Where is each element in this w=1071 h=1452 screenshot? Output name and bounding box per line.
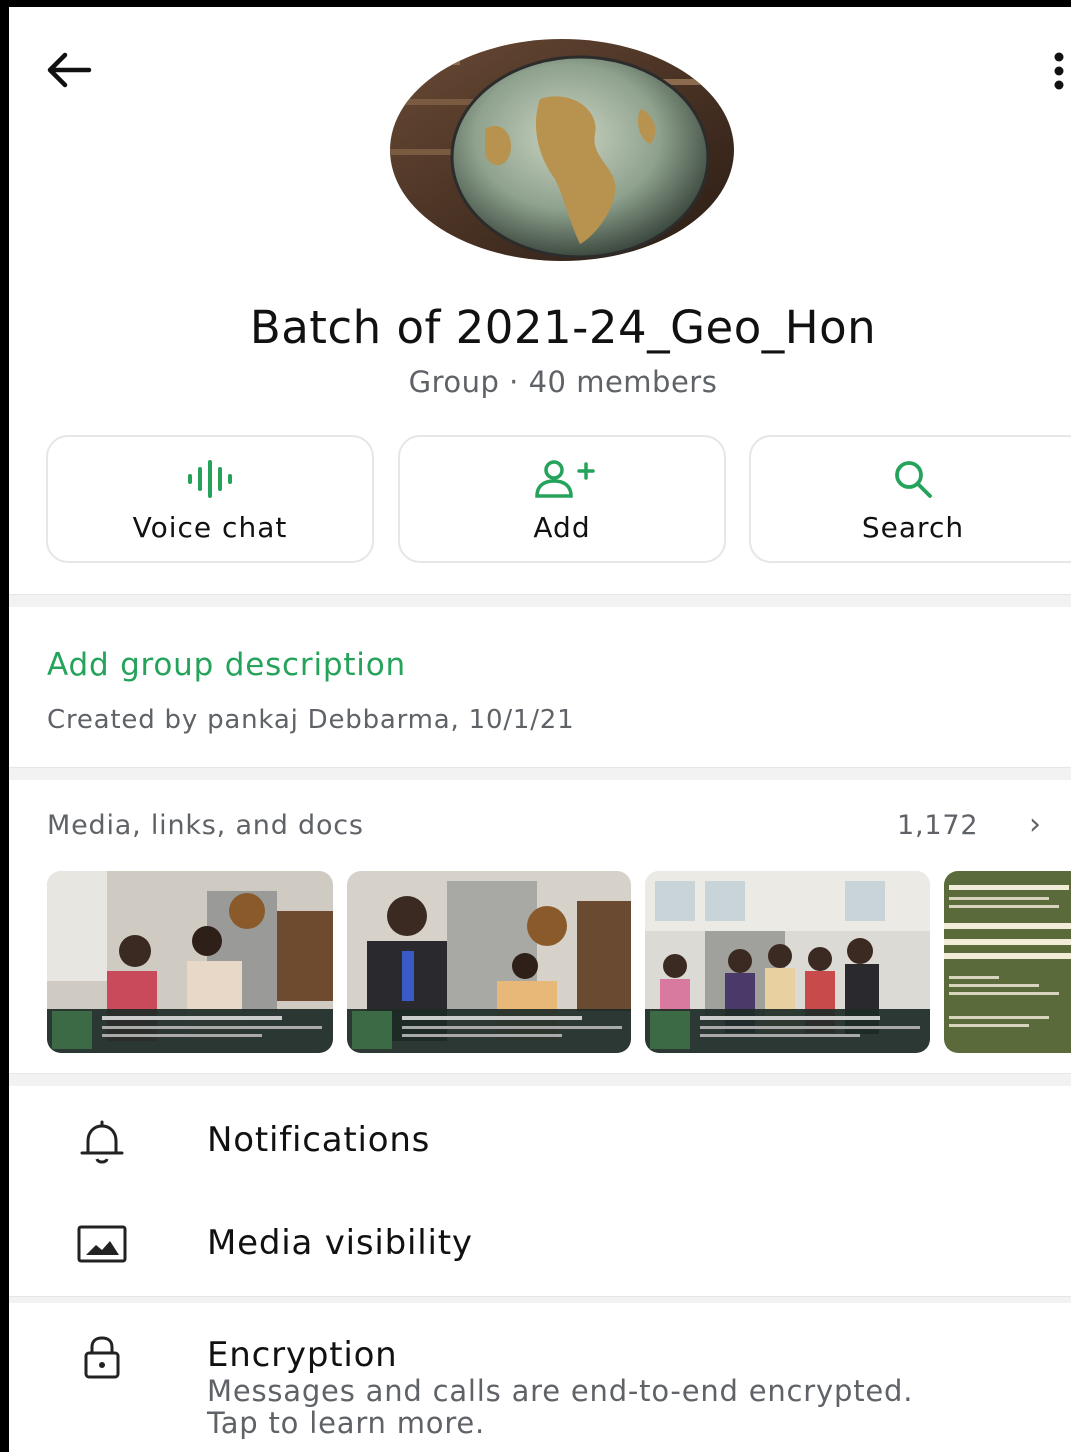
- photo-thumbnail-image: [47, 871, 333, 1053]
- chevron-right-icon[interactable]: ›: [1029, 807, 1041, 842]
- add-label: Add: [533, 511, 591, 544]
- back-arrow-icon: [47, 52, 92, 88]
- lock-icon: [84, 1336, 120, 1379]
- media-visibility-row-icon[interactable]: [74, 1217, 130, 1273]
- media-section-title[interactable]: Media, links, and docs: [47, 810, 364, 841]
- bell-icon: [80, 1120, 124, 1164]
- group-member-count: Group · 40 members: [408, 365, 718, 399]
- voice-chat-button[interactable]: Voice chat: [46, 435, 374, 563]
- photo-thumbnail-image: [645, 871, 930, 1053]
- media-thumbnail[interactable]: [47, 871, 333, 1053]
- media-count[interactable]: 1,172: [897, 810, 978, 841]
- voice-chat-label: Voice chat: [132, 511, 288, 544]
- created-by-text: Created by pankaj Debbarma, 10/1/21: [47, 705, 575, 735]
- media-thumbnail[interactable]: [944, 871, 1071, 1053]
- globe-photo: [390, 39, 734, 261]
- group-name: Batch of 2021-24_Geo_Hon: [249, 301, 877, 354]
- group-avatar[interactable]: [390, 39, 734, 261]
- media-thumbnail[interactable]: [645, 871, 930, 1053]
- notifications-label[interactable]: Notifications: [207, 1120, 430, 1160]
- add-description-link[interactable]: Add group description: [47, 647, 406, 683]
- encryption-row-icon[interactable]: [74, 1331, 130, 1387]
- document-thumbnail-image: [944, 871, 1071, 1053]
- encryption-label[interactable]: Encryption: [207, 1335, 398, 1375]
- section-divider: [9, 594, 1071, 607]
- add-member-button[interactable]: Add: [398, 435, 726, 563]
- section-divider: [9, 1296, 1071, 1303]
- search-label: Search: [861, 511, 965, 544]
- add-person-icon: [535, 460, 595, 498]
- voice-wave-icon: [188, 460, 232, 498]
- image-icon: [77, 1225, 127, 1263]
- media-visibility-label[interactable]: Media visibility: [207, 1223, 473, 1263]
- section-divider: [9, 767, 1071, 780]
- group-info-screen: Batch of 2021-24_Geo_Hon Group · 40 memb…: [9, 7, 1071, 1452]
- notifications-row-icon[interactable]: [74, 1115, 130, 1171]
- section-divider: [9, 1073, 1071, 1086]
- search-button[interactable]: Search: [749, 435, 1071, 563]
- media-thumbnail[interactable]: [347, 871, 631, 1053]
- more-vert-icon: [1054, 52, 1064, 90]
- encryption-description[interactable]: Messages and calls are end-to-end encryp…: [207, 1375, 967, 1439]
- search-icon: [895, 461, 932, 498]
- back-button[interactable]: [39, 45, 99, 95]
- more-options-button[interactable]: [1044, 47, 1071, 97]
- photo-thumbnail-image: [347, 871, 631, 1053]
